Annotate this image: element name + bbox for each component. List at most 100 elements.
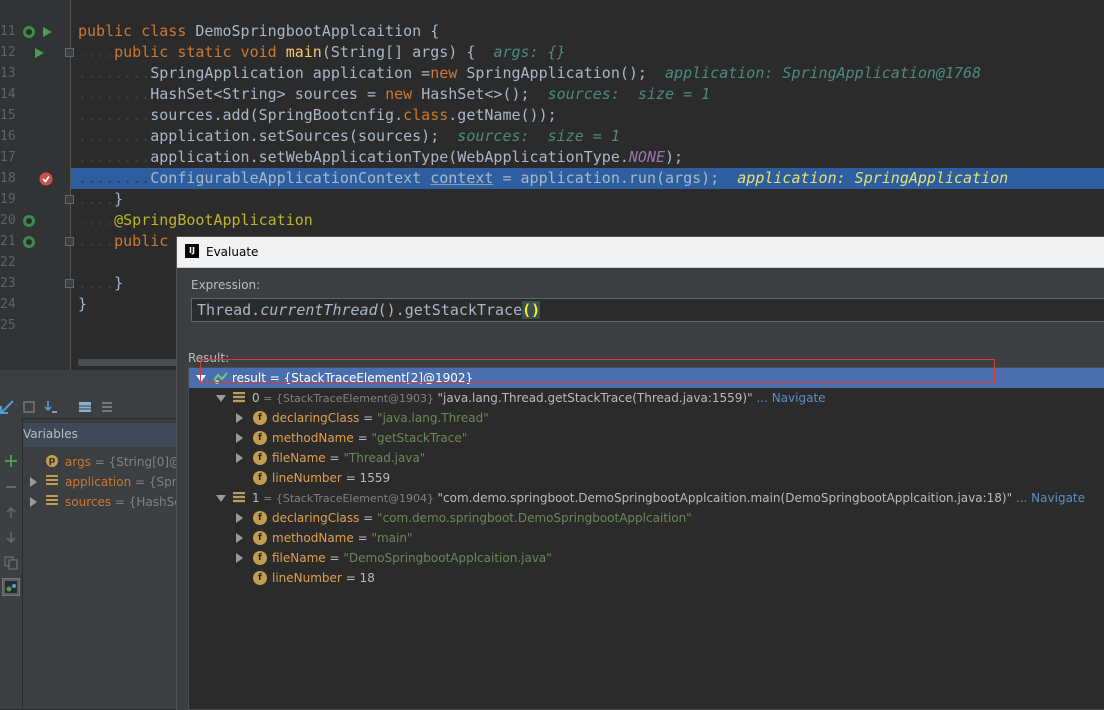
object-address: = {StackTraceElement@1903} <box>259 392 438 405</box>
tree-node-name: lineNumber <box>272 471 342 485</box>
tree-row[interactable]: f fileName = "Thread.java" <box>189 448 1104 468</box>
evaluate-expression-icon[interactable] <box>2 578 20 596</box>
code-line: ........sources.add(SpringBootcnfig.clas… <box>78 105 557 126</box>
indent-guide: .... <box>78 274 115 292</box>
run-gutter-icon[interactable] <box>22 25 36 39</box>
move-up-icon[interactable] <box>4 506 18 520</box>
expand-arrow-icon[interactable] <box>236 433 243 443</box>
play-main-gutter-icon[interactable] <box>32 46 46 60</box>
tree-row[interactable]: f declaringClass = "com.demo.springboot.D… <box>189 508 1104 528</box>
tree-node-name: 1 <box>252 491 260 505</box>
code-token: } <box>78 295 88 313</box>
restore-layout-icon[interactable] <box>0 400 14 414</box>
tree-node-name: methodName <box>272 431 354 445</box>
fold-marker[interactable] <box>65 237 74 246</box>
fold-marker[interactable] <box>65 279 74 288</box>
expression-input[interactable]: Thread.currentThread().getStackTrace() <box>191 298 1104 322</box>
run-class-gutter-icon[interactable] <box>22 235 36 249</box>
code-token: main <box>285 43 322 61</box>
code-token: ConfigurableApplicationContext <box>150 169 431 187</box>
expand-arrow-icon[interactable] <box>236 533 243 543</box>
tree-row[interactable]: 0 = {StackTraceElement@1903} "java.lang.… <box>189 388 1104 408</box>
fold-marker[interactable] <box>65 195 74 204</box>
line-number: 22 <box>0 255 16 270</box>
fold-marker[interactable] <box>65 48 74 57</box>
tree-node-value: = 18 <box>341 571 375 585</box>
variable-name: application <box>65 475 132 489</box>
tree-node-name: fileName <box>272 551 326 565</box>
indent-guide: ........ <box>78 127 151 145</box>
code-token: sources: size = 1 <box>547 85 711 103</box>
result-tree[interactable]: result = {StackTraceElement[2]@1902} 0 = … <box>188 367 1104 710</box>
code-token: args: {} <box>493 43 566 61</box>
remove-watch-icon[interactable] <box>4 480 18 494</box>
tree-row-text: lineNumber = 1559 <box>272 468 390 488</box>
navigate-link[interactable]: ... Navigate <box>753 391 825 405</box>
tree-row[interactable]: f declaringClass = "java.lang.Thread" <box>189 408 1104 428</box>
code-line: public class DemoSpringbootApplcaition { <box>78 21 439 42</box>
indent-guide: ........ <box>78 106 151 124</box>
code-token: @SpringBootApplication <box>114 211 313 229</box>
code-line: ........application.setSources(sources);… <box>78 126 620 147</box>
code-token: HashSet<>(); <box>421 85 548 103</box>
move-down-icon[interactable] <box>4 530 18 544</box>
step-into-icon[interactable] <box>44 400 58 414</box>
indent-guide: .... <box>78 190 115 208</box>
field-icon: f <box>253 531 267 545</box>
tree-node-value: = <box>325 451 344 465</box>
collapse-arrow-icon[interactable] <box>216 495 226 502</box>
tree-row[interactable]: f methodName = "main" <box>189 528 1104 548</box>
expression-label: Expression: <box>191 278 261 292</box>
code-line: ........HashSet<String> sources = new Ha… <box>78 84 710 105</box>
code-token: SpringApplication(); <box>466 64 666 82</box>
expand-arrow-icon[interactable] <box>30 477 37 487</box>
code-token: context <box>430 169 494 187</box>
copy-icon[interactable] <box>4 556 18 570</box>
tree-node-value: = 1559 <box>341 471 391 485</box>
code-token: (String[] args) { <box>321 43 494 61</box>
tree-row[interactable]: f fileName = "DemoSpringbootApplcaition.j… <box>189 548 1104 568</box>
expand-arrow-icon[interactable] <box>236 553 243 563</box>
dialog-title: Evaluate <box>206 245 259 259</box>
code-line: ........SpringApplication application =n… <box>78 63 981 84</box>
object-address: = {StackTraceElement@1904} <box>259 492 438 505</box>
expand-arrow-icon[interactable] <box>236 513 243 523</box>
field-icon: f <box>253 451 267 465</box>
expand-arrow-icon[interactable] <box>236 413 243 423</box>
tree-row[interactable]: 1 = {StackTraceElement@1904} "com.demo.s… <box>189 488 1104 508</box>
expand-arrow-icon[interactable] <box>236 453 243 463</box>
expand-arrow-icon[interactable] <box>30 497 37 507</box>
line-number: 11 <box>0 24 16 39</box>
line-number: 23 <box>0 276 16 291</box>
horizontal-scrollbar[interactable] <box>78 359 178 366</box>
tree-node-name: declaringClass <box>272 411 360 425</box>
play-gutter-icon[interactable] <box>40 25 54 39</box>
code-token: new <box>385 85 422 103</box>
variables-label: Variables <box>23 427 78 441</box>
mute-breakpoints-icon[interactable] <box>22 400 36 414</box>
code-token: application: SpringApplication <box>737 169 1009 187</box>
code-token: sources: size = 1 <box>457 127 620 145</box>
collapse-arrow-icon[interactable] <box>216 395 226 402</box>
tree-node-name: declaringClass <box>272 511 360 525</box>
variable-name: args <box>65 455 91 469</box>
line-number: 14 <box>0 87 16 102</box>
list-view-icon[interactable] <box>100 400 114 414</box>
breakpoint-icon[interactable] <box>39 172 53 186</box>
table-view-icon[interactable] <box>78 400 92 414</box>
expression-part: () <box>522 301 541 319</box>
code-token: } <box>114 274 124 292</box>
tree-row[interactable]: f lineNumber = 18 <box>189 568 1104 588</box>
line-number: 25 <box>0 318 16 333</box>
code-line: ....} <box>78 189 123 210</box>
variables-header[interactable]: Variables <box>0 423 176 447</box>
navigate-link[interactable]: ... Navigate <box>1012 491 1085 505</box>
new-watch-icon[interactable] <box>4 454 18 468</box>
spring-bean-gutter-icon[interactable] <box>22 214 36 228</box>
indent-guide: ........ <box>78 169 151 187</box>
tree-row[interactable]: f lineNumber = 1559 <box>189 468 1104 488</box>
variable-name: sources <box>65 495 112 509</box>
object-icon <box>46 475 58 487</box>
dialog-title-bar[interactable]: IJ Evaluate <box>177 237 1104 268</box>
tree-row[interactable]: f methodName = "getStackTrace" <box>189 428 1104 448</box>
